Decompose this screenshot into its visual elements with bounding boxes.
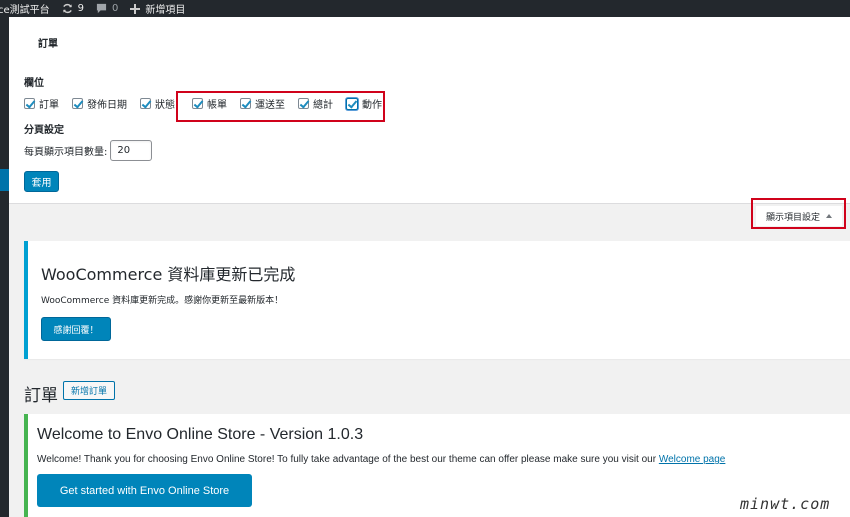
comments-count: 0	[112, 3, 119, 14]
checkbox-checked-icon[interactable]	[72, 98, 83, 109]
welcome-notice-title: Welcome to Envo Online Store - Version 1…	[37, 426, 364, 443]
thanks-button[interactable]: 感謝回覆！	[41, 317, 111, 341]
checkbox-checked-icon[interactable]	[24, 98, 35, 109]
add-new-order-button[interactable]: 新增訂單	[63, 381, 115, 400]
per-page-input[interactable]	[110, 140, 153, 161]
screen-options-panel: 訂單 欄位 訂單 發佈日期 狀態 帳單 運送至 總計 動作 分頁設定 每頁顯示項…	[9, 17, 850, 204]
column-toggle-order[interactable]: 訂單	[24, 96, 59, 111]
highlight-box-columns	[176, 91, 385, 122]
pagination-heading: 分頁設定	[24, 125, 64, 136]
admin-bar: ce測試平台 9 0 新增項目	[0, 0, 850, 17]
new-content-label: 新增項目	[145, 5, 186, 16]
update-notice: WooCommerce 資料庫更新已完成 WooCommerce 資料庫更新完成…	[24, 241, 850, 359]
site-name: ce測試平台	[0, 5, 50, 16]
column-label: 狀態	[155, 100, 175, 111]
welcome-text: Welcome! Thank you for choosing Envo Onl…	[37, 454, 659, 465]
plus-icon	[130, 3, 141, 14]
site-name-link[interactable]: ce測試平台	[0, 0, 50, 17]
update-notice-title: WooCommerce 資料庫更新已完成	[41, 265, 296, 284]
per-page-row: 每頁顯示項目數量:	[24, 140, 153, 161]
updates-link[interactable]: 9	[62, 0, 84, 17]
highlight-box-toggle	[751, 198, 846, 229]
welcome-notice-text: Welcome! Thank you for choosing Envo Onl…	[37, 454, 725, 465]
new-content-link[interactable]: 新增項目	[130, 0, 185, 17]
comments-link[interactable]: 0	[96, 0, 118, 17]
per-page-label: 每頁顯示項目數量:	[24, 147, 108, 158]
column-label: 發佈日期	[87, 100, 127, 111]
menu-current-indicator[interactable]	[0, 169, 9, 191]
refresh-icon	[62, 3, 73, 14]
column-label: 訂單	[39, 100, 59, 111]
apply-button[interactable]: 套用	[24, 171, 59, 192]
page-title: 訂單	[24, 386, 58, 406]
updates-count: 9	[77, 3, 85, 14]
checkbox-checked-icon[interactable]	[140, 98, 151, 109]
admin-menu	[0, 17, 9, 517]
column-toggle-date[interactable]: 發佈日期	[72, 96, 127, 111]
welcome-page-link[interactable]: Welcome page	[659, 454, 726, 465]
update-notice-text: WooCommerce 資料庫更新完成。感謝你更新至最新版本！	[41, 296, 284, 306]
get-started-button[interactable]: Get started with Envo Online Store	[37, 474, 252, 507]
column-toggle-status[interactable]: 狀態	[140, 96, 175, 111]
columns-heading: 欄位	[24, 78, 44, 89]
welcome-notice: Welcome to Envo Online Store - Version 1…	[24, 414, 850, 517]
comment-bubble-icon	[96, 3, 107, 14]
screen-options-title: 訂單	[38, 39, 58, 50]
watermark: minwt.com	[740, 495, 831, 513]
